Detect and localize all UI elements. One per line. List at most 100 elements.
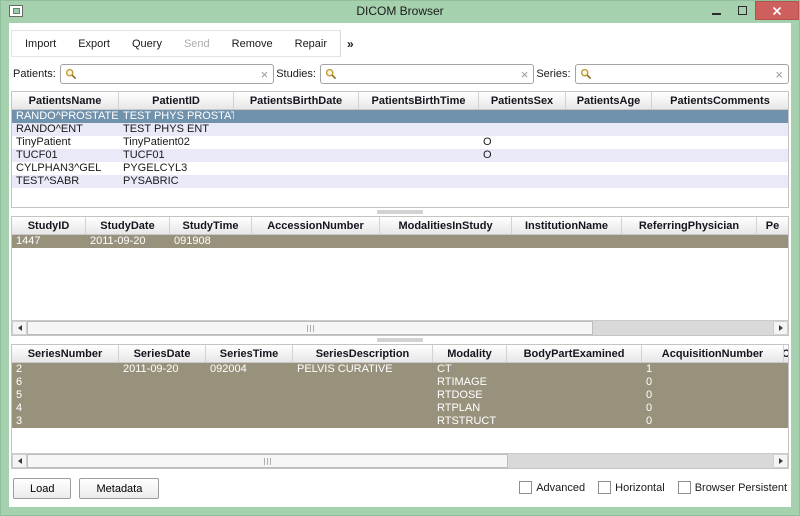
scroll-left-button[interactable] xyxy=(12,321,27,335)
column-header[interactable]: PatientsSex xyxy=(479,92,566,109)
column-header[interactable]: SeriesNumber xyxy=(12,345,119,362)
clear-icon[interactable]: × xyxy=(261,68,269,81)
cell: 0 xyxy=(642,402,784,415)
patients-studies-splitter[interactable] xyxy=(11,208,789,216)
import-button[interactable]: Import xyxy=(14,31,67,56)
clear-icon[interactable]: × xyxy=(521,68,529,81)
toolbar-overflow-button[interactable]: » xyxy=(341,30,360,57)
cell xyxy=(234,136,359,149)
scrollbar-track[interactable] xyxy=(593,321,773,335)
cell: TEST PHYS PROSTATE xyxy=(119,110,234,123)
scroll-right-button[interactable] xyxy=(773,454,788,468)
advanced-option: Advanced xyxy=(519,481,585,494)
series-search-input[interactable] xyxy=(595,66,771,82)
table-row[interactable]: 1447 2011-09-20 091908 xyxy=(12,235,788,248)
close-button[interactable] xyxy=(755,1,799,20)
horizontal-checkbox[interactable] xyxy=(598,481,611,494)
horizontal-option: Horizontal xyxy=(598,481,665,494)
table-row[interactable]: RANDO^ENT TEST PHYS ENT xyxy=(12,123,788,136)
column-header[interactable]: PatientsAge xyxy=(566,92,652,109)
clear-icon[interactable]: × xyxy=(775,68,783,81)
cell: 3 xyxy=(12,415,119,428)
cell xyxy=(359,123,479,136)
dicom-browser-window: DICOM Browser Import Export Query Send R… xyxy=(0,0,800,516)
studies-search-input[interactable] xyxy=(340,66,516,82)
table-row[interactable]: 3 RTSTRUCT 0 xyxy=(12,415,788,428)
scrollbar-thumb[interactable] xyxy=(27,454,508,468)
column-header[interactable]: PatientsBirthTime xyxy=(359,92,479,109)
table-row[interactable]: 5 RTDOSE 0 xyxy=(12,389,788,402)
column-header[interactable]: AccessionNumber xyxy=(252,217,380,234)
cell: RANDO^PROSTATE xyxy=(12,110,119,123)
cell xyxy=(479,110,566,123)
column-header[interactable]: InstitutionName xyxy=(512,217,622,234)
cell: 2011-09-20 xyxy=(119,363,206,376)
export-button[interactable]: Export xyxy=(67,31,121,56)
cell xyxy=(206,415,293,428)
column-header[interactable]: Modality xyxy=(433,345,507,362)
cell xyxy=(252,235,788,248)
advanced-checkbox[interactable] xyxy=(519,481,532,494)
scrollbar-track[interactable] xyxy=(508,454,773,468)
remove-button[interactable]: Remove xyxy=(221,31,284,56)
repair-button[interactable]: Repair xyxy=(284,31,338,56)
patients-search-input[interactable] xyxy=(80,66,256,82)
cell: 092004 xyxy=(206,363,293,376)
load-button[interactable]: Load xyxy=(13,478,71,499)
column-header[interactable]: StudyTime xyxy=(170,217,252,234)
table-row[interactable]: RANDO^PROSTATE TEST PHYS PROSTATE xyxy=(12,110,788,123)
column-header[interactable]: StudyID xyxy=(12,217,86,234)
cell xyxy=(234,123,359,136)
table-row[interactable]: TEST^SABR PYSABRIC xyxy=(12,175,788,188)
cell: PYSABRIC xyxy=(119,175,234,188)
table-row[interactable]: CYLPHAN3^GEL PYGELCYL3 xyxy=(12,162,788,175)
cell xyxy=(119,389,206,402)
cell: 4 xyxy=(12,402,119,415)
footer-bar: Load Metadata Advanced Horizontal Browse… xyxy=(11,469,789,507)
table-row[interactable]: 4 RTPLAN 0 xyxy=(12,402,788,415)
minimize-button[interactable] xyxy=(703,1,729,20)
column-header[interactable]: PatientsBirthDate xyxy=(234,92,359,109)
column-header[interactable]: ModalitiesInStudy xyxy=(380,217,512,234)
cell: PYGELCYL3 xyxy=(119,162,234,175)
column-header[interactable]: ReferringPhysician xyxy=(622,217,757,234)
cell xyxy=(479,123,566,136)
table-row[interactable]: 2 2011-09-20 092004 PELVIS CURATIVE CT 1 xyxy=(12,363,788,376)
cell xyxy=(359,136,479,149)
cell: RTIMAGE xyxy=(433,376,507,389)
maximize-button[interactable] xyxy=(729,1,755,20)
column-header[interactable]: AcquisitionNumber xyxy=(642,345,784,362)
query-button[interactable]: Query xyxy=(121,31,173,56)
table-row[interactable]: TinyPatient TinyPatient02 O xyxy=(12,136,788,149)
cell xyxy=(119,402,206,415)
column-header[interactable]: PatientsComments xyxy=(652,92,788,109)
close-icon xyxy=(772,6,782,16)
studies-series-splitter[interactable] xyxy=(11,336,789,344)
series-table: SeriesNumber SeriesDate SeriesTime Serie… xyxy=(11,344,789,469)
window-controls xyxy=(703,1,799,20)
cell: 5 xyxy=(12,389,119,402)
cell xyxy=(293,402,433,415)
scrollbar-thumb[interactable] xyxy=(27,321,593,335)
column-header[interactable]: C xyxy=(784,345,788,362)
table-row[interactable]: TUCF01 TUCF01 O xyxy=(12,149,788,162)
table-row[interactable]: 6 RTIMAGE 0 xyxy=(12,376,788,389)
column-header[interactable]: PatientID xyxy=(119,92,234,109)
cell xyxy=(359,149,479,162)
scroll-left-button[interactable] xyxy=(12,454,27,468)
cell: 0 xyxy=(642,389,784,402)
column-header[interactable]: PatientsName xyxy=(12,92,119,109)
search-icon xyxy=(65,68,77,80)
cell: 0 xyxy=(642,376,784,389)
cell: RANDO^ENT xyxy=(12,123,119,136)
column-header[interactable]: BodyPartExamined xyxy=(507,345,642,362)
column-header[interactable]: SeriesDate xyxy=(119,345,206,362)
column-header[interactable]: SeriesTime xyxy=(206,345,293,362)
column-header[interactable]: StudyDate xyxy=(86,217,170,234)
column-header[interactable]: SeriesDescription xyxy=(293,345,433,362)
column-header[interactable]: Pe xyxy=(757,217,788,234)
browser-persistent-checkbox[interactable] xyxy=(678,481,691,494)
scroll-right-button[interactable] xyxy=(773,321,788,335)
metadata-button[interactable]: Metadata xyxy=(79,478,159,499)
cell xyxy=(206,389,293,402)
